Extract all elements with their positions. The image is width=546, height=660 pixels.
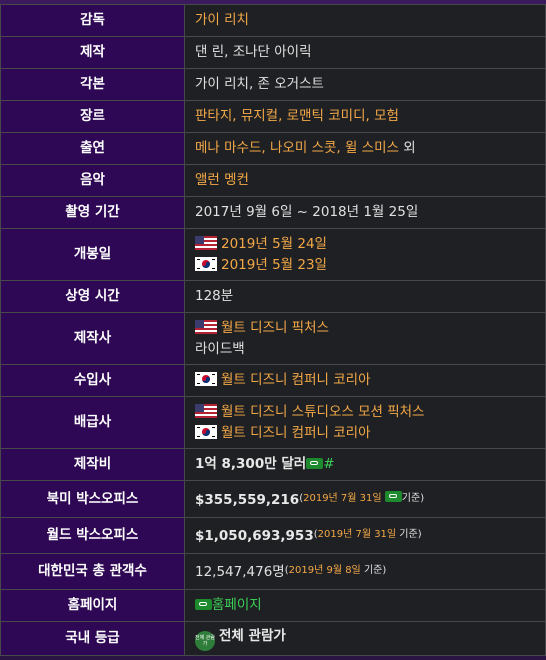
row-rating: 국내 등급 전체 관람가 전체 관람가 [0,621,546,656]
studio-us-link[interactable]: 월트 디즈니 픽처스 [221,320,329,336]
label-genre: 장르 [0,100,185,133]
cast-suffix: 외 [398,140,416,156]
na-box-date-link[interactable]: 2019년 7월 31일 [303,493,382,504]
kr-flag-icon [195,256,217,271]
external-link-icon[interactable] [384,490,402,502]
distributor-us-link[interactable]: 월트 디즈니 스튜디오스 모션 픽처스 [221,404,424,420]
distributor-kr-link[interactable]: 월트 디즈니 컴퍼니 코리아 [221,425,371,441]
row-importer: 수입사 월트 디즈니 컴퍼니 코리아 [0,364,546,397]
us-flag-icon [195,403,217,418]
label-cast: 출연 [0,132,185,165]
label-rating: 국내 등급 [0,621,185,656]
world-box-date-link[interactable]: 2019년 7월 31일 [318,529,397,540]
row-music: 음악 앨런 멩컨 [0,164,546,197]
cast-links[interactable]: 메나 마수드, 나오미 스콧, 윌 스미스 [195,140,399,156]
kr-audience-date-link[interactable]: 2019년 9월 8일 [289,565,361,576]
label-release: 개봉일 [0,228,185,281]
row-runtime: 상영 시간 128분 [0,280,546,313]
label-runtime: 상영 시간 [0,280,185,313]
label-screenplay: 각본 [0,68,185,101]
label-na-box: 북미 박스오피스 [0,480,185,518]
row-na-box: 북미 박스오피스 $355,559,216(2019년 7월 31일 기준) [0,480,546,518]
row-budget: 제작비 1억 8,300만 달러 # [0,448,546,481]
kr-flag-icon [195,372,217,386]
rating-value: 전체 관람가 [219,628,286,644]
label-music: 음악 [0,164,185,197]
row-filming: 촬영 기간 2017년 9월 6일 ~ 2018년 1월 25일 [0,196,546,229]
row-distributor: 배급사 월트 디즈니 스튜디오스 모션 픽처스 월트 디즈니 컴퍼니 코리아 [0,396,546,449]
us-flag-icon [195,319,217,334]
label-studio: 제작사 [0,312,185,365]
infobox-table: 감독 가이 리치 제작 댄 린, 조나단 아이릭 각본 가이 리치, 존 오거스… [0,4,546,656]
note-close: 기준) [401,492,425,504]
kr-flag-icon [195,424,217,439]
label-director: 감독 [0,4,185,37]
kr-audience-value: 12,547,476명 [195,564,285,580]
runtime-value: 128분 [184,280,546,313]
row-world-box: 월드 박스오피스 $1,050,693,953(2019년 7월 31일 기준) [0,517,546,554]
na-box-value: $355,559,216 [195,491,300,508]
importer-kr-link[interactable]: 월트 디즈니 컴퍼니 코리아 [221,372,371,388]
row-production: 제작 댄 린, 조나단 아이릭 [0,36,546,69]
row-genre: 장르 판타지, 뮤지컬, 로맨틱 코미디, 모험 [0,100,546,133]
release-kr-link[interactable]: 2019년 5월 23일 [221,257,327,273]
budget-hash-link[interactable]: # [323,456,334,472]
label-importer: 수입사 [0,364,185,397]
label-budget: 제작비 [0,448,185,481]
music-link[interactable]: 앨런 멩컨 [195,172,249,188]
row-release: 개봉일 2019년 5월 24일 2019년 5월 23일 [0,228,546,281]
rating-badge-icon: 전체 관람가 [195,631,215,651]
release-us-link[interactable]: 2019년 5월 24일 [221,236,327,252]
row-homepage: 홈페이지 홈페이지 [0,589,546,622]
row-kr-audience: 대한민국 총 관객수 12,547,476명(2019년 9월 8일 기준) [0,553,546,590]
row-screenplay: 각본 가이 리치, 존 오거스트 [0,68,546,101]
us-flag-icon [195,235,217,250]
budget-value: 1억 8,300만 달러 [195,456,307,472]
label-distributor: 배급사 [0,396,185,449]
studio-other: 라이드백 [195,340,245,357]
label-kr-audience: 대한민국 총 관객수 [0,553,185,590]
row-cast: 출연 메나 마수드, 나오미 스콧, 윌 스미스 외 [0,132,546,165]
production-value: 댄 린, 조나단 아이릭 [184,36,546,69]
label-production: 제작 [0,36,185,69]
world-box-value: $1,050,693,953 [195,528,314,544]
director-link[interactable]: 가이 리치 [195,12,249,28]
row-director: 감독 가이 리치 [0,4,546,37]
row-studio: 제작사 월트 디즈니 픽처스 라이드백 [0,312,546,365]
label-filming: 촬영 기간 [0,196,185,229]
label-homepage: 홈페이지 [0,589,185,622]
screenplay-value: 가이 리치, 존 오거스트 [184,68,546,101]
external-link-icon[interactable] [306,458,324,469]
note-close: 기준) [396,529,422,540]
homepage-link[interactable]: 홈페이지 [212,597,262,613]
genre-links[interactable]: 판타지, 뮤지컬, 로맨틱 코미디, 모험 [195,108,399,124]
note-close: 기준) [360,565,387,576]
external-link-icon[interactable] [195,599,212,610]
filming-value: 2017년 9월 6일 ~ 2018년 1월 25일 [184,196,546,229]
label-world-box: 월드 박스오피스 [0,517,185,554]
